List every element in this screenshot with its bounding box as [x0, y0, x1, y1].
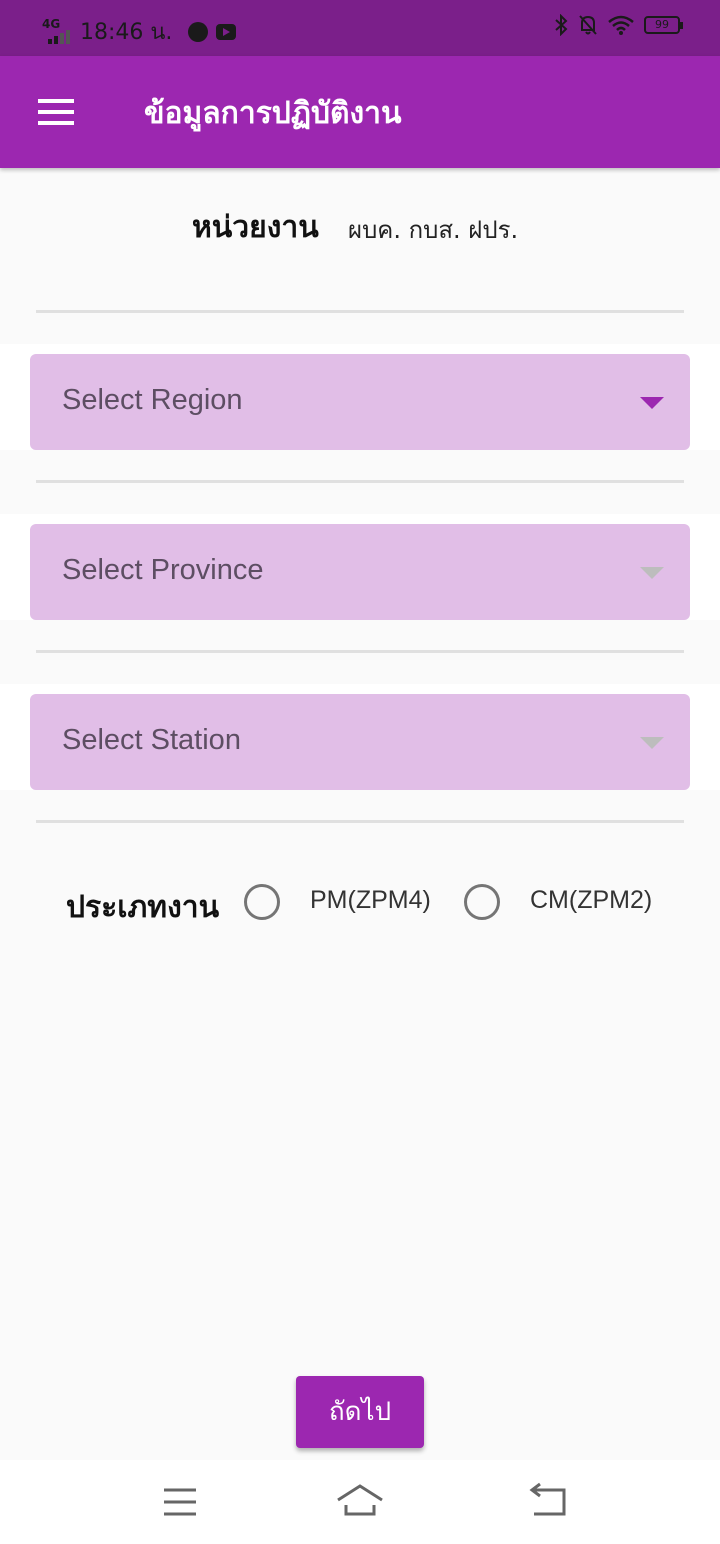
page-title: ข้อมูลการปฏิบัติงาน — [144, 96, 402, 131]
mute-bell-icon — [579, 15, 597, 35]
radio-cm[interactable] — [464, 884, 500, 920]
battery-icon: 99 — [644, 16, 683, 34]
province-dropdown-text: Select Province — [62, 554, 264, 586]
chevron-down-icon — [640, 397, 664, 409]
divider — [36, 480, 684, 483]
status-time: 18:46 น. — [80, 20, 173, 45]
province-dropdown[interactable]: Select Province — [30, 524, 690, 620]
divider — [36, 820, 684, 823]
next-button[interactable]: ถัดไป — [296, 1376, 424, 1448]
status-bar: 4G 18:46 น. 99 — [0, 0, 720, 56]
station-dropdown[interactable]: Select Station — [30, 694, 690, 790]
unit-row: หน่วยงาน ผบค. กบส. ฝปร. — [0, 200, 720, 250]
unit-value: ผบค. กบส. ฝปร. — [348, 216, 519, 244]
youtube-icon — [216, 23, 237, 40]
notification-app-icon — [188, 21, 209, 42]
radio-pm[interactable] — [244, 884, 280, 920]
radio-pm-label[interactable]: PM(ZPM4) — [310, 886, 431, 915]
chevron-down-icon — [640, 737, 664, 749]
network-type: 4G — [42, 16, 61, 31]
home-icon[interactable] — [330, 1476, 390, 1528]
app-bar: ข้อมูลการปฏิบัติงาน — [0, 56, 720, 168]
job-type-row: ประเภทงาน PM(ZPM4) CM(ZPM2) — [0, 870, 720, 940]
station-dropdown-text: Select Station — [62, 724, 241, 756]
hamburger-icon[interactable] — [38, 99, 74, 125]
divider — [36, 310, 684, 313]
region-dropdown-text: Select Region — [62, 384, 243, 416]
bluetooth-icon — [555, 14, 568, 36]
radio-cm-label[interactable]: CM(ZPM2) — [530, 886, 652, 915]
system-nav-bar — [0, 1460, 720, 1544]
chevron-down-icon — [640, 567, 664, 579]
back-icon[interactable] — [518, 1476, 578, 1528]
wifi-icon — [608, 15, 634, 35]
unit-label: หน่วยงาน — [192, 210, 319, 245]
battery-level: 99 — [655, 18, 669, 31]
divider — [36, 650, 684, 653]
network-signal-icon: 4G — [42, 18, 72, 46]
region-dropdown[interactable]: Select Region — [30, 354, 690, 450]
menu-lines-icon[interactable] — [150, 1476, 210, 1528]
status-right: 99 — [554, 14, 683, 36]
status-left: 4G 18:46 น. — [42, 14, 237, 49]
job-type-label: ประเภทงาน — [66, 890, 220, 925]
